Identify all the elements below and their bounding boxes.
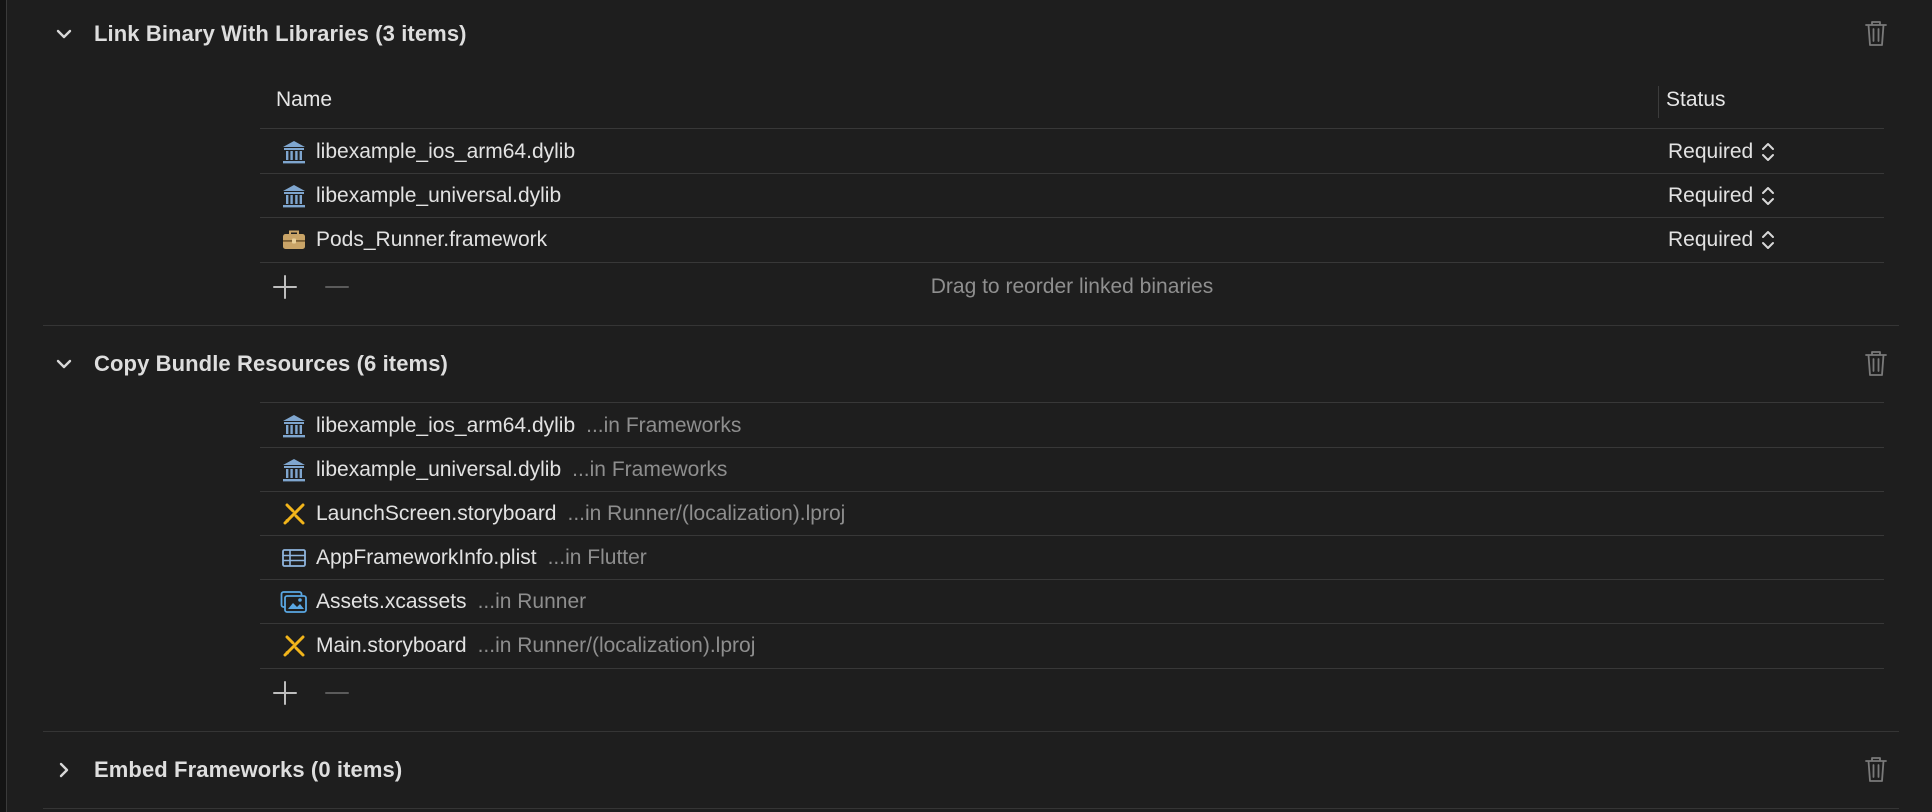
table-divider (260, 128, 1884, 129)
up-down-chevron-icon[interactable] (1761, 229, 1775, 251)
section-divider (43, 808, 1899, 809)
file-location: ...in Flutter (547, 546, 647, 569)
status-popup[interactable]: Required (1668, 228, 1775, 252)
add-button[interactable] (272, 680, 298, 706)
chevron-down-icon[interactable] (55, 25, 73, 43)
section-header-embed-frameworks[interactable]: Embed Frameworks (0 items) (55, 752, 402, 788)
drag-hint: Drag to reorder linked binaries (930, 275, 1214, 298)
table-row[interactable]: Assets.xcassets ...in Runner (260, 580, 1884, 624)
storyboard-icon (280, 500, 308, 528)
asset-catalog-icon (280, 588, 308, 616)
file-location: ...in Runner/(localization).lproj (477, 634, 756, 657)
status-value: Required (1668, 228, 1754, 251)
framework-toolbox-icon (280, 226, 308, 254)
file-name: libexample_universal.dylib (316, 458, 562, 481)
up-down-chevron-icon[interactable] (1761, 141, 1775, 163)
file-name: Pods_Runner.framework (316, 228, 548, 251)
library-icon (280, 456, 308, 484)
table-row[interactable]: libexample_ios_arm64.dylib ...in Framewo… (260, 404, 1884, 448)
library-icon (280, 138, 308, 166)
table-row[interactable]: libexample_universal.dylib Required (260, 174, 1884, 218)
table-row[interactable]: AppFrameworkInfo.plist ...in Flutter (260, 536, 1884, 580)
file-name: Assets.xcassets (316, 590, 467, 613)
file-name: libexample_ios_arm64.dylib (316, 140, 576, 163)
section-title: Link Binary With Libraries (3 items) (94, 21, 467, 46)
column-header-name[interactable]: Name (276, 88, 332, 112)
status-popup[interactable]: Required (1668, 184, 1775, 208)
section-title: Copy Bundle Resources (6 items) (94, 351, 448, 376)
file-name: LaunchScreen.storyboard (316, 502, 557, 525)
table-row[interactable]: libexample_ios_arm64.dylib Required (260, 130, 1884, 174)
status-value: Required (1668, 140, 1754, 163)
section-header-copy-bundle[interactable]: Copy Bundle Resources (6 items) (55, 346, 448, 382)
section-header-link-binary[interactable]: Link Binary With Libraries (3 items) (55, 16, 467, 52)
table-divider (260, 402, 1884, 403)
file-location: ...in Runner/(localization).lproj (567, 502, 846, 525)
file-location: ...in Frameworks (586, 414, 742, 437)
status-value: Required (1668, 184, 1754, 207)
table-footer (260, 669, 1884, 715)
file-location: ...in Runner (477, 590, 587, 613)
table-row[interactable]: LaunchScreen.storyboard ...in Runner/(lo… (260, 492, 1884, 536)
file-name: libexample_ios_arm64.dylib (316, 414, 576, 437)
chevron-right-icon[interactable] (55, 761, 73, 779)
file-name: Main.storyboard (316, 634, 467, 657)
section-divider (43, 731, 1899, 732)
trash-icon[interactable] (1864, 755, 1888, 783)
table-row[interactable]: Pods_Runner.framework Required (260, 218, 1884, 262)
table-row[interactable]: libexample_universal.dylib ...in Framewo… (260, 448, 1884, 492)
left-edge-border (0, 0, 7, 812)
section-divider (43, 325, 1899, 326)
library-icon (280, 412, 308, 440)
plist-table-icon (280, 544, 308, 572)
library-icon (280, 182, 308, 210)
chevron-down-icon[interactable] (55, 355, 73, 373)
storyboard-icon (280, 632, 308, 660)
file-name: AppFrameworkInfo.plist (316, 546, 537, 569)
trash-icon[interactable] (1864, 349, 1888, 377)
table-footer: Drag to reorder linked binaries (260, 263, 1884, 309)
column-header-status[interactable]: Status (1666, 88, 1726, 112)
table-row[interactable]: Main.storyboard ...in Runner/(localizati… (260, 624, 1884, 668)
column-separator[interactable] (1658, 86, 1659, 118)
up-down-chevron-icon[interactable] (1761, 185, 1775, 207)
file-location: ...in Frameworks (572, 458, 728, 481)
section-title: Embed Frameworks (0 items) (94, 757, 403, 782)
remove-button[interactable] (324, 680, 350, 706)
trash-icon[interactable] (1864, 19, 1888, 47)
status-popup[interactable]: Required (1668, 140, 1775, 164)
file-name: libexample_universal.dylib (316, 184, 562, 207)
